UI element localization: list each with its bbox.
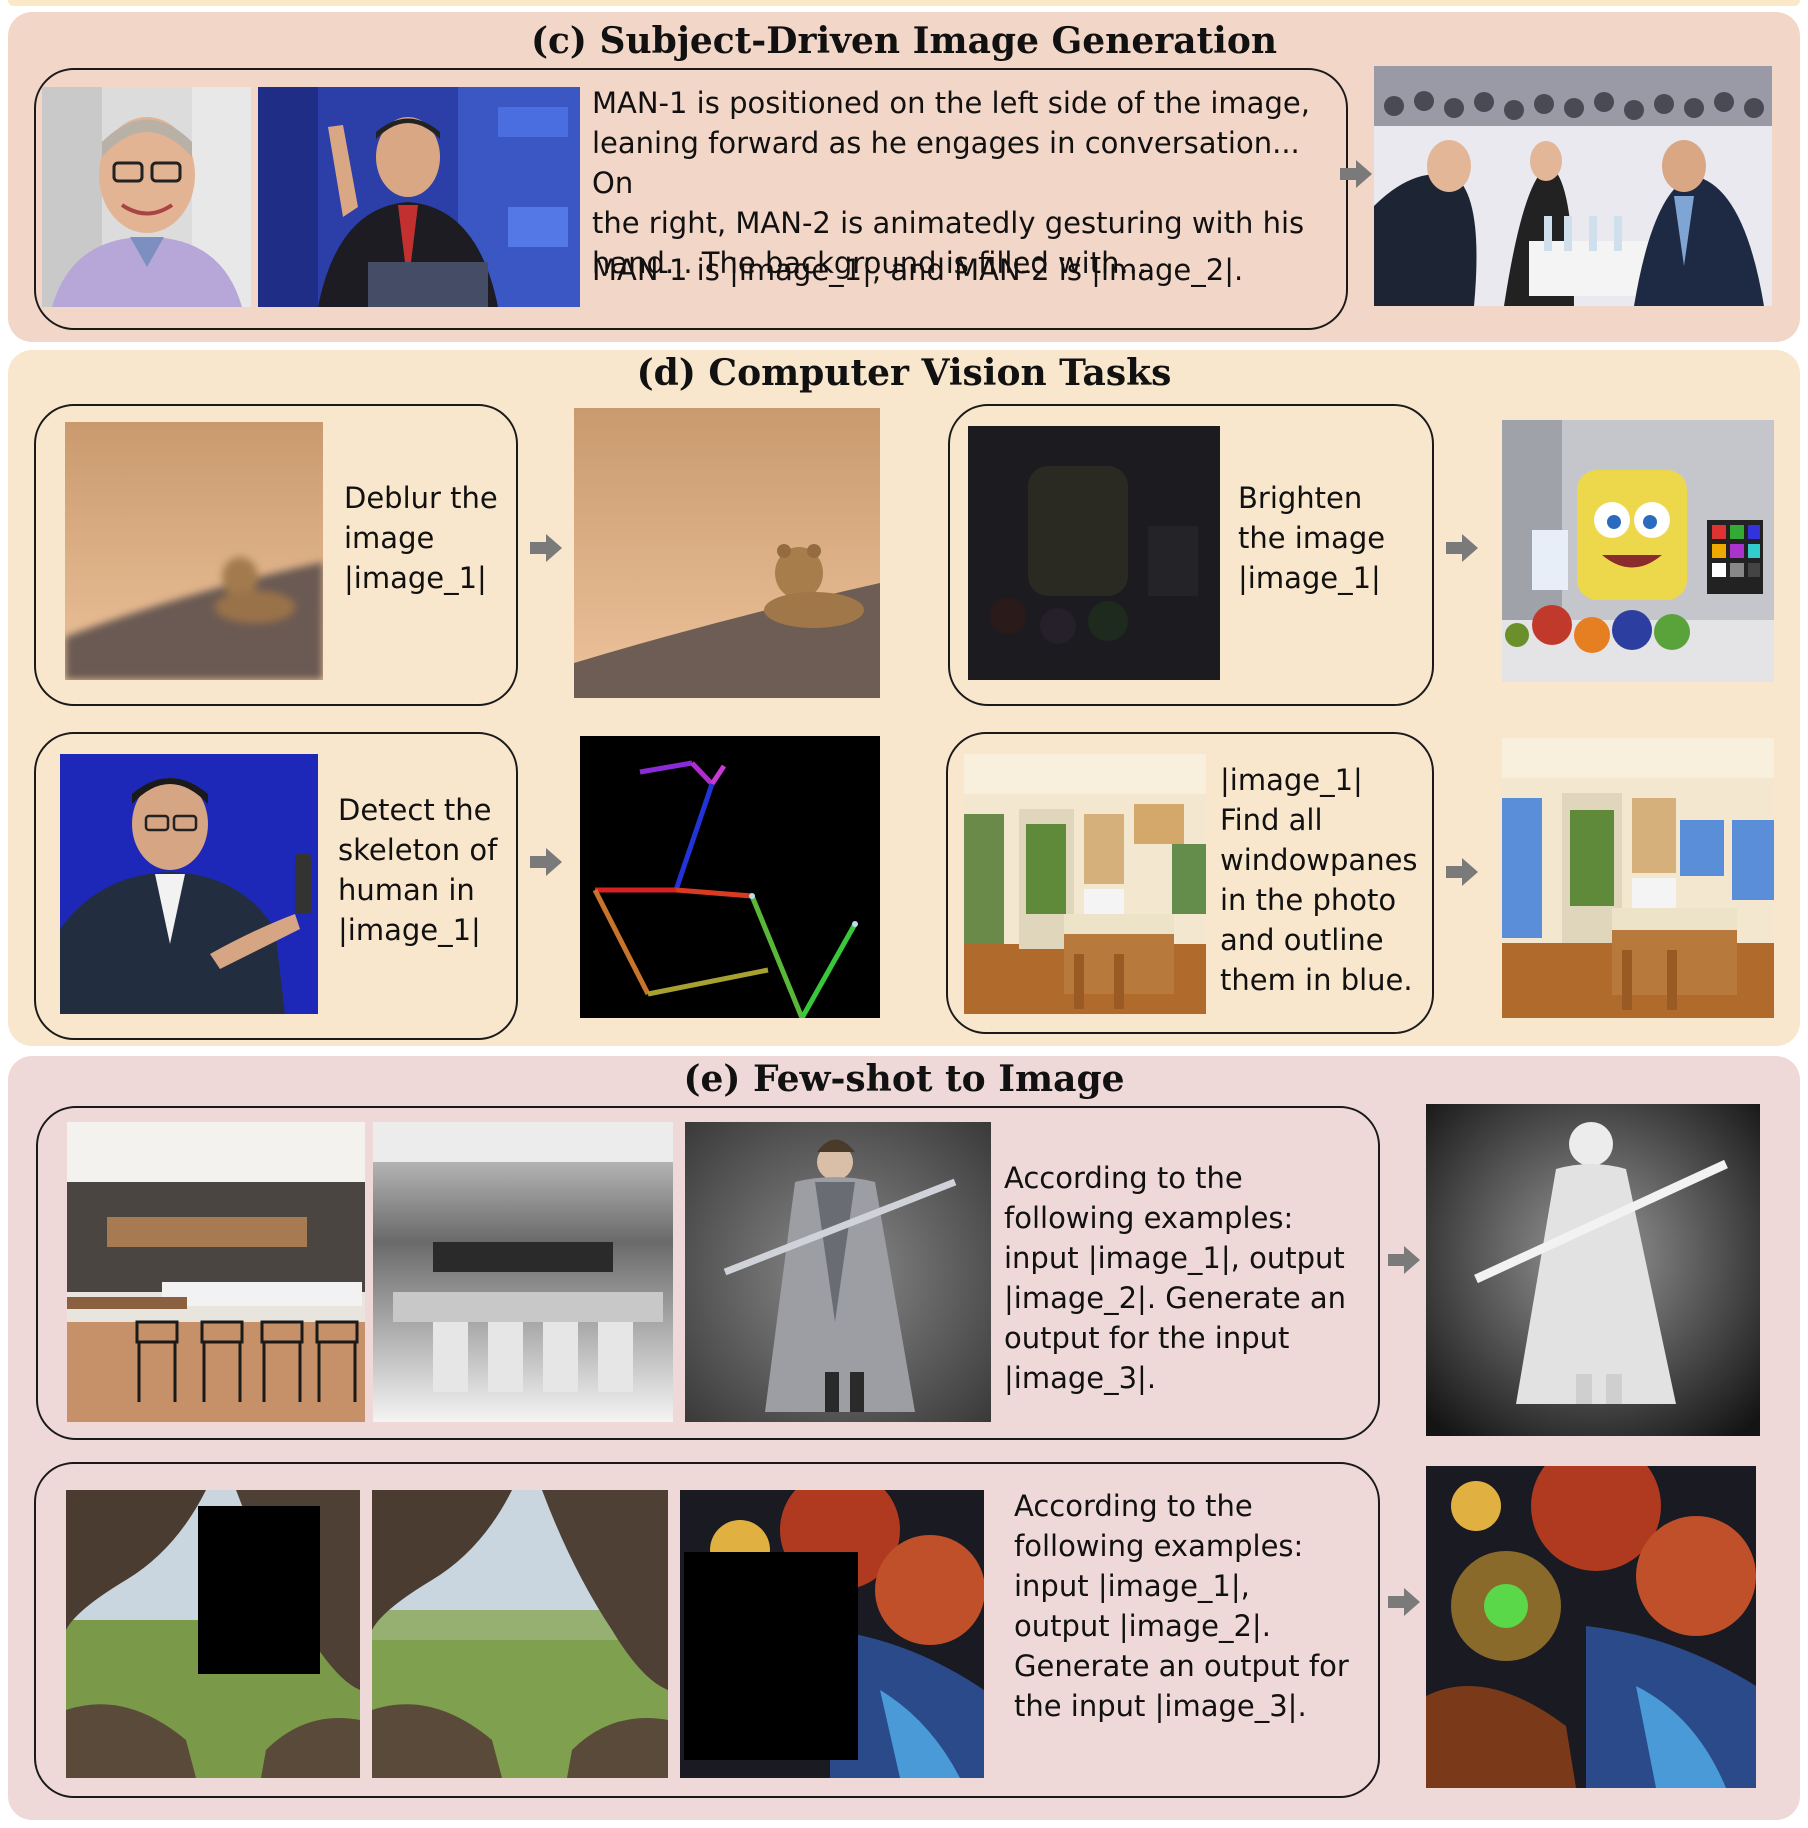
image-kitchen-output xyxy=(1502,738,1774,1018)
panel-computer-vision-tasks: (d) Computer Vision Tasks Deblur the ima… xyxy=(8,350,1800,1046)
right-arrow-icon xyxy=(1446,858,1478,886)
right-arrow-icon xyxy=(530,848,562,876)
top-panel-edge xyxy=(8,0,1800,6)
right-arrow-icon xyxy=(1388,1588,1420,1616)
section-title-e: (e) Few-shot to Image xyxy=(683,1058,1125,1100)
image-sharp-lion xyxy=(574,408,880,698)
prompt-text-c-refs: MAN-1 is |image_1|, and MAN-2 is |image_… xyxy=(592,253,1244,287)
right-arrow-icon xyxy=(1388,1246,1420,1274)
few-shot-text-depth: According to the following examples: inp… xyxy=(1004,1161,1347,1395)
right-arrow-icon xyxy=(1446,534,1478,562)
right-arrow-icon xyxy=(530,534,562,562)
image-output-c xyxy=(1374,66,1772,306)
right-arrow-icon xyxy=(1340,160,1372,188)
image-kitchen-input xyxy=(964,754,1206,1014)
image-kitchen-depth-example xyxy=(373,1122,673,1422)
few-shot-text-inpainting: According to the following examples: inp… xyxy=(1014,1489,1349,1723)
task-text-windowpanes: |image_1| Find all windowpanes in the ph… xyxy=(1220,763,1418,997)
panel-subject-driven-generation: (c) Subject-Driven Image Generation MAN-… xyxy=(8,12,1800,342)
image-rock-complete xyxy=(372,1490,668,1778)
image-warrior-depth-output xyxy=(1426,1104,1760,1436)
image-man-2 xyxy=(258,87,580,307)
image-armor-complete xyxy=(1426,1466,1756,1788)
image-bright-toys xyxy=(1502,420,1774,682)
section-title-d: (d) Computer Vision Tasks xyxy=(636,352,1172,394)
image-dark-toys xyxy=(968,426,1220,680)
image-warrior-input xyxy=(685,1122,991,1422)
image-armor-masked xyxy=(680,1490,984,1778)
image-skeleton-output xyxy=(580,736,880,1018)
task-text-brighten: Brighten the image |image_1| xyxy=(1238,481,1386,595)
task-text-deblur: Deblur the image |image_1| xyxy=(344,481,498,595)
image-presenter xyxy=(60,754,318,1014)
task-text-skeleton: Detect the skeleton of human in |image_1… xyxy=(338,793,498,947)
image-kitchen-example xyxy=(67,1122,365,1422)
image-man-1 xyxy=(42,87,251,307)
image-blurry-lion xyxy=(65,422,323,680)
section-title-c: (c) Subject-Driven Image Generation xyxy=(530,20,1278,62)
image-rock-masked xyxy=(66,1490,360,1778)
panel-few-shot-to-image: (e) Few-shot to Image According to the f… xyxy=(8,1056,1800,1820)
